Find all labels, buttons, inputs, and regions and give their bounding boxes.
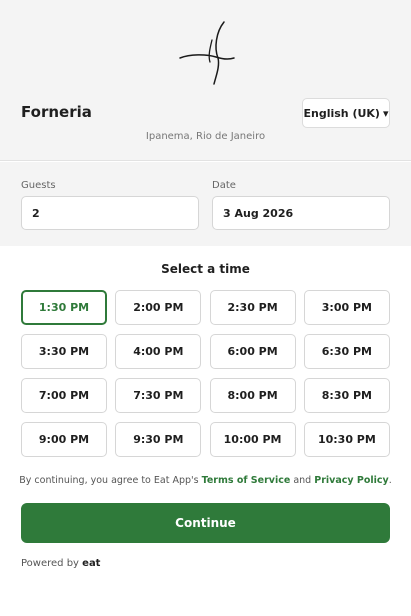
- language-selector[interactable]: English (UK) ▾: [302, 98, 390, 128]
- language-label: English (UK): [303, 106, 380, 120]
- time-slot-button[interactable]: 1:30 PM: [21, 290, 107, 325]
- date-field[interactable]: 3 Aug 2026: [212, 196, 390, 230]
- privacy-policy-link[interactable]: Privacy Policy: [314, 475, 388, 486]
- booking-filters: Guests 2 Date 3 Aug 2026: [0, 162, 411, 246]
- time-slot-grid: 1:30 PM 2:00 PM 2:30 PM 3:00 PM 3:30 PM 4:00 …: [21, 290, 390, 457]
- eat-brand-logo: eat: [82, 558, 101, 569]
- time-slot-button[interactable]: 6:00 PM: [209, 334, 296, 369]
- guests-label: Guests: [21, 180, 56, 191]
- terms-notice: By continuing, you agree to Eat App's Te…: [0, 475, 411, 486]
- restaurant-logo-icon: [179, 21, 235, 85]
- powered-by-label: Powered by: [21, 558, 79, 569]
- restaurant-header: Forneria English (UK) ▾ Ipanema, Rio de …: [0, 0, 411, 161]
- terms-suffix: .: [388, 475, 392, 486]
- time-slot-button[interactable]: 2:00 PM: [115, 290, 202, 325]
- time-slot-button[interactable]: 9:30 PM: [115, 422, 202, 457]
- powered-by: Powered by eat: [21, 558, 100, 569]
- continue-button[interactable]: Continue: [21, 503, 390, 543]
- time-slot-button[interactable]: 8:00 PM: [209, 378, 296, 413]
- time-slot-button[interactable]: 2:30 PM: [209, 290, 296, 325]
- restaurant-location: Ipanema, Rio de Janeiro: [145, 131, 266, 142]
- chevron-down-icon: ▾: [382, 106, 389, 120]
- time-slot-button[interactable]: 8:30 PM: [303, 378, 390, 413]
- select-time-heading: Select a time: [161, 262, 250, 276]
- time-slot-button[interactable]: 6:30 PM: [303, 334, 390, 369]
- date-label: Date: [212, 180, 236, 191]
- terms-and: and: [293, 475, 312, 486]
- time-slot-button[interactable]: 3:30 PM: [21, 334, 107, 369]
- time-slot-button[interactable]: 9:00 PM: [21, 422, 107, 457]
- terms-prefix: By continuing, you agree to Eat App's: [19, 475, 199, 486]
- time-slot-button[interactable]: 10:00 PM: [209, 422, 296, 457]
- restaurant-name: Forneria: [21, 103, 92, 121]
- time-slot-button[interactable]: 3:00 PM: [303, 290, 390, 325]
- time-slot-button[interactable]: 10:30 PM: [303, 422, 390, 457]
- guests-field[interactable]: 2: [21, 196, 199, 230]
- time-slot-button[interactable]: 7:00 PM: [21, 378, 107, 413]
- time-slot-button[interactable]: 7:30 PM: [115, 378, 202, 413]
- time-slot-button[interactable]: 4:00 PM: [115, 334, 202, 369]
- terms-of-service-link[interactable]: Terms of Service: [202, 475, 291, 486]
